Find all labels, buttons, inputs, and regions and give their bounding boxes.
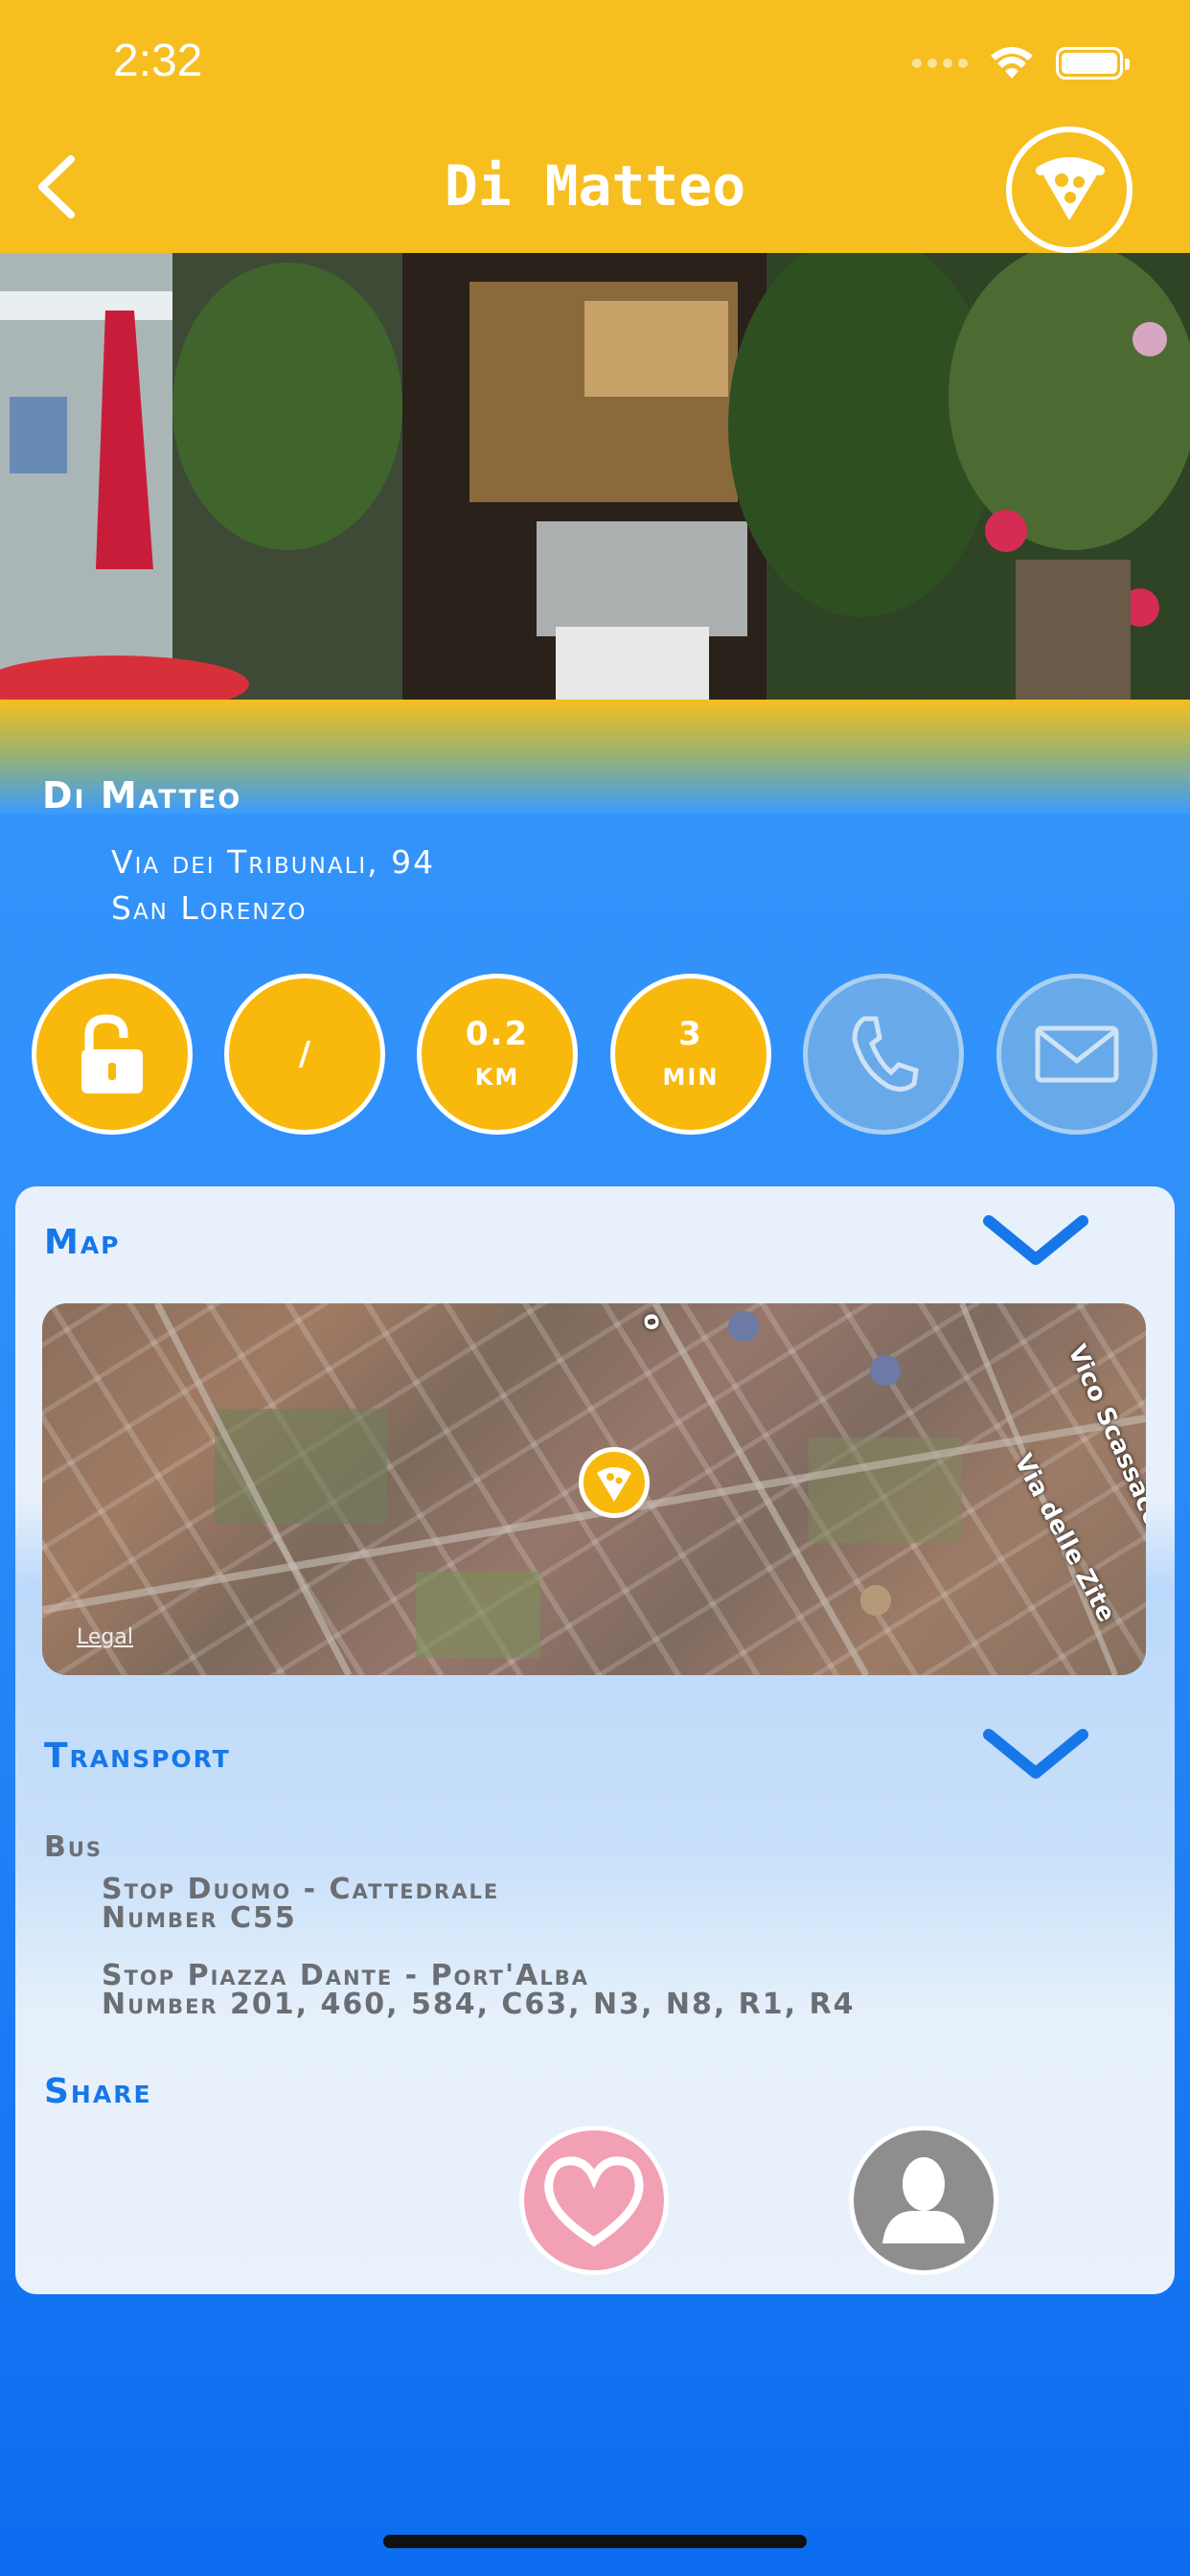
time-value: 3 [678,1015,703,1053]
storefront-image [0,253,1190,700]
favorite-button[interactable] [519,2126,669,2275]
transport-section-title[interactable]: Transport [44,1736,231,1776]
person-icon [882,2157,965,2243]
pizza-icon [1036,157,1105,220]
restaurant-map-pin[interactable] [579,1447,650,1518]
distance-circle: 0.2 km [417,974,578,1135]
bus-stop-number: Number C55 [102,1901,297,1935]
share-section-title: Share [44,2072,152,2111]
mail-icon [1035,1025,1119,1083]
home-indicator[interactable] [383,2535,807,2548]
walk-time-circle: 3 min [610,974,771,1135]
map-chevron-down-icon[interactable] [983,1213,1088,1267]
top-bar: 2:32 Di Matteo [0,0,1190,253]
time-unit: min [662,1055,720,1093]
signal-icon [912,58,968,68]
battery-icon [1056,47,1130,80]
address-line-1: Via dei Tribunali, 94 [111,843,436,881]
phone-icon [852,1016,919,1092]
map-legal-link[interactable]: Legal [77,1625,133,1649]
bus-stop-number: Number 201, 460, 584, C63, N3, N8, R1, R… [102,1988,856,2021]
distance-value: 0.2 [465,1015,530,1053]
open-status-circle [32,974,193,1135]
map-section-title[interactable]: Map [44,1223,121,1262]
status-icons [912,46,1130,80]
transport-chevron-down-icon[interactable] [983,1727,1088,1781]
location-map[interactable]: Vico Scassacocchi Via delle Zite o Legal [42,1303,1146,1675]
email-button[interactable] [996,974,1157,1135]
unlock-icon [81,1014,143,1093]
status-time: 2:32 [113,35,203,86]
details-card: Map Vico Scassacocchi Via delle Zite o L… [15,1186,1175,2294]
pizza-icon [597,1467,631,1502]
address-line-2: San Lorenzo [111,889,308,927]
distance-unit: km [474,1055,520,1093]
call-button[interactable] [803,974,964,1135]
wifi-icon [991,47,1033,79]
contact-share-button[interactable] [849,2126,998,2275]
heart-icon [544,2156,644,2247]
transport-mode: Bus [44,1830,103,1864]
place-name: Di Matteo [42,774,242,816]
pizza-menu-button[interactable] [1006,126,1133,253]
restaurant-photo [0,253,1190,700]
rating-circle: / [224,974,385,1135]
rating-value: / [298,1035,311,1073]
